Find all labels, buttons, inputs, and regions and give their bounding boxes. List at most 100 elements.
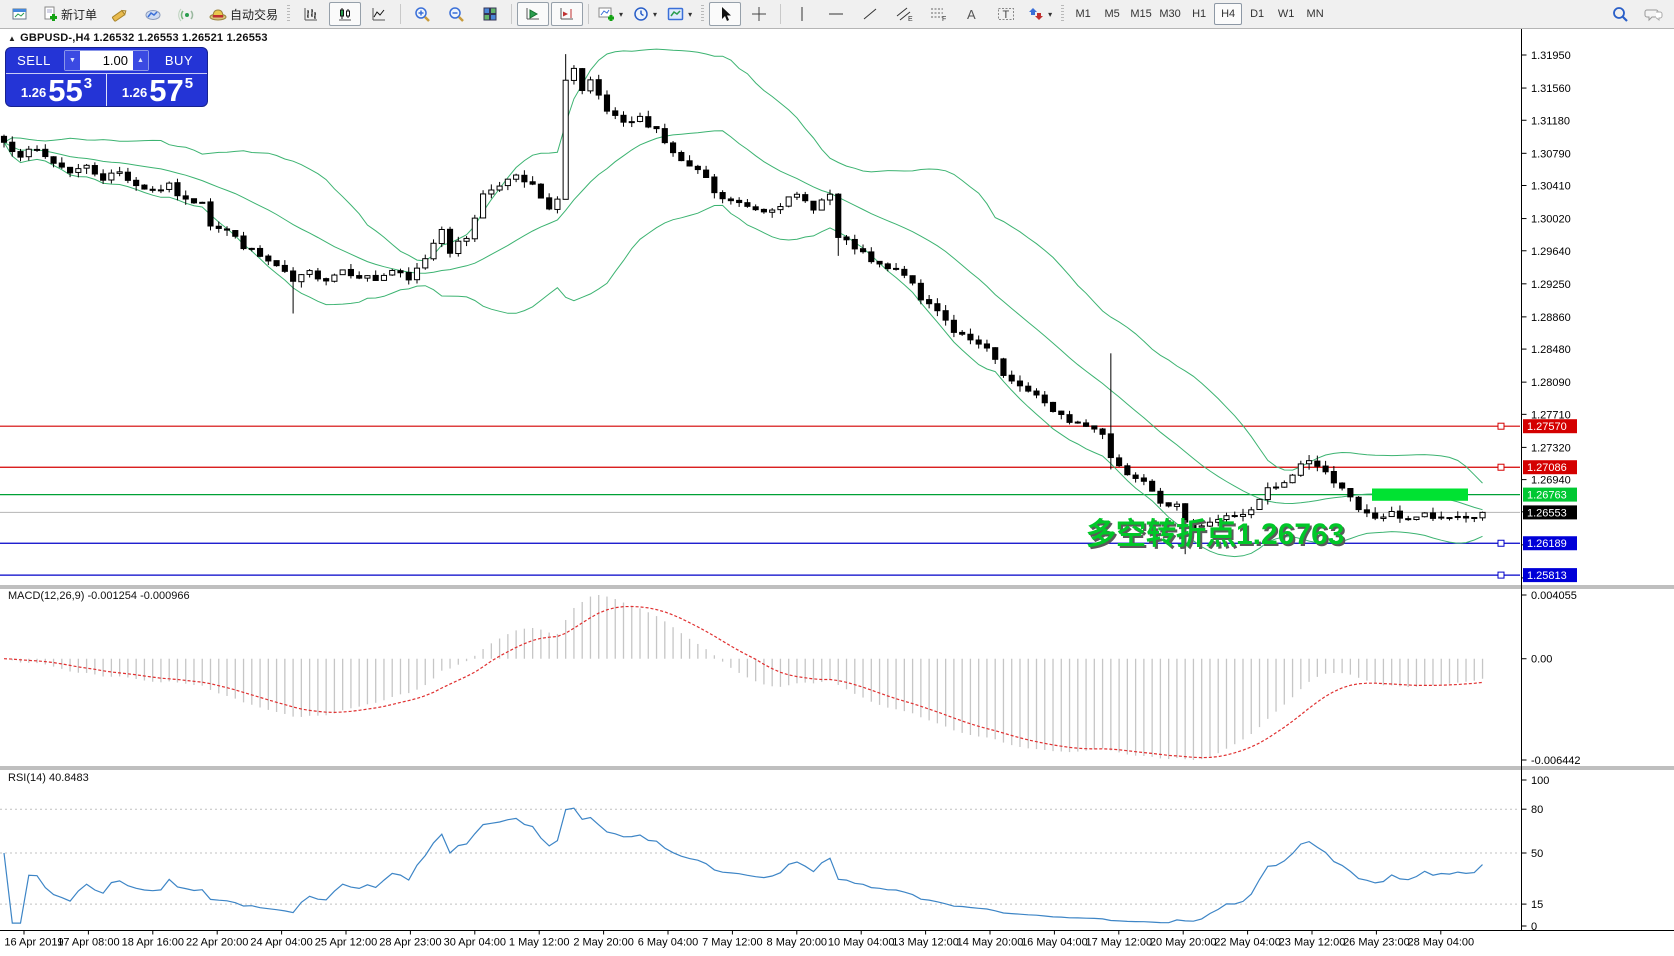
line-handle[interactable]: [1498, 464, 1504, 470]
crosshair-style-button[interactable]: [103, 2, 135, 26]
arrows-button[interactable]: ▾: [1024, 2, 1056, 26]
horizontal-line-button[interactable]: [820, 2, 852, 26]
time-tick-label[interactable]: 6 May 04:00: [638, 937, 699, 949]
candlestick-chart-button[interactable]: [329, 2, 361, 26]
sell-button[interactable]: 1.26 55 3: [6, 74, 107, 106]
indicators-button[interactable]: ▾: [594, 2, 627, 26]
timeframe-button-d1[interactable]: D1: [1243, 3, 1271, 25]
channel-button[interactable]: E: [888, 2, 920, 26]
time-tick-label[interactable]: 23 May 12:00: [1279, 937, 1346, 949]
buy-button[interactable]: 1.26 57 5: [107, 74, 207, 106]
timeframe-button-mn[interactable]: MN: [1301, 3, 1329, 25]
fibonacci-button[interactable]: F: [922, 2, 954, 26]
candle-body: [1381, 517, 1386, 518]
time-tick-label[interactable]: 13 May 12:00: [892, 937, 959, 949]
candle-body: [175, 183, 180, 196]
line-handle[interactable]: [1498, 423, 1504, 429]
time-tick-label[interactable]: 28 Apr 23:00: [379, 937, 441, 949]
timeframe-button-m30[interactable]: M30: [1156, 3, 1184, 25]
periods-button[interactable]: ▾: [629, 2, 661, 26]
trendline-button[interactable]: [854, 2, 886, 26]
line-handle[interactable]: [1498, 540, 1504, 546]
candle-body: [208, 202, 213, 226]
new-order-button[interactable]: 新订单: [38, 2, 101, 26]
candle-body: [233, 231, 238, 237]
candle-body: [200, 202, 205, 203]
collapse-icon[interactable]: ▲: [8, 34, 16, 43]
time-tick-label[interactable]: 20 May 20:00: [1150, 937, 1217, 949]
price-tick-label: 1.30790: [1531, 148, 1571, 160]
candle-body: [489, 190, 494, 194]
auto-scroll-button[interactable]: [517, 2, 549, 26]
candle-body: [1067, 415, 1072, 423]
zoom-out-button[interactable]: [440, 2, 472, 26]
chart-canvas[interactable]: 1.319501.315601.311801.307901.304101.300…: [0, 29, 1674, 951]
candle-body: [877, 261, 882, 264]
time-tick-label[interactable]: 24 Apr 04:00: [250, 937, 312, 949]
price-tick-label: 1.28480: [1531, 344, 1571, 356]
time-tick-label[interactable]: 16 Apr 2019: [4, 937, 63, 949]
dropdown-caret: ▾: [688, 10, 692, 19]
time-tick-label[interactable]: 30 Apr 04:00: [444, 937, 506, 949]
time-tick-label[interactable]: 16 May 04:00: [1021, 937, 1088, 949]
highlight-rectangle[interactable]: [1372, 488, 1468, 500]
timeframe-button-h1[interactable]: H1: [1185, 3, 1213, 25]
chat-button[interactable]: [1638, 2, 1670, 26]
volume-decrease-button[interactable]: ▼: [65, 51, 80, 70]
candle-body: [1397, 511, 1402, 518]
time-tick-label[interactable]: 1 May 12:00: [509, 937, 570, 949]
candle-body: [662, 129, 667, 143]
time-tick-label[interactable]: 28 May 04:00: [1407, 937, 1474, 949]
chart-area[interactable]: 1.319501.315601.311801.307901.304101.300…: [0, 29, 1674, 951]
time-tick-label[interactable]: 10 May 04:00: [828, 937, 895, 949]
timeframe-button-h4[interactable]: H4: [1214, 3, 1242, 25]
symbol-header: ▲ GBPUSD-,H4 1.26532 1.26553 1.26521 1.26…: [8, 32, 268, 44]
candle-body: [860, 249, 865, 252]
templates-button[interactable]: ▾: [663, 2, 696, 26]
zoom-in-button[interactable]: [406, 2, 438, 26]
bar-chart-button[interactable]: [295, 2, 327, 26]
time-tick-label[interactable]: 2 May 20:00: [573, 937, 634, 949]
market-depth-button[interactable]: [137, 2, 169, 26]
dropdown-caret: ▾: [653, 10, 657, 19]
time-tick-label[interactable]: 26 May 23:00: [1343, 937, 1410, 949]
time-tick-label[interactable]: 17 May 12:00: [1085, 937, 1152, 949]
candle-body: [1, 136, 6, 142]
time-tick-label[interactable]: 22 May 04:00: [1214, 937, 1281, 949]
search-button[interactable]: [1604, 2, 1636, 26]
time-tick-label[interactable]: 14 May 20:00: [957, 937, 1024, 949]
candle-body: [1323, 466, 1328, 472]
time-tick-label[interactable]: 8 May 20:00: [767, 937, 828, 949]
candle-body: [778, 207, 783, 210]
cursor-button[interactable]: [709, 2, 741, 26]
line-chart-button[interactable]: [363, 2, 395, 26]
timeframe-button-m15[interactable]: M15: [1127, 3, 1155, 25]
timeframe-button-m1[interactable]: M1: [1069, 3, 1097, 25]
candle-body: [1083, 423, 1088, 426]
signals-button[interactable]: [171, 2, 203, 26]
chart-window-button[interactable]: [4, 2, 36, 26]
tile-windows-button[interactable]: [474, 2, 506, 26]
candle-body: [1141, 478, 1146, 481]
candle-body: [142, 185, 147, 189]
time-tick-label[interactable]: 7 May 12:00: [702, 937, 763, 949]
vertical-line-button[interactable]: [786, 2, 818, 26]
text-button[interactable]: A: [956, 2, 988, 26]
chart-shift-button[interactable]: [551, 2, 583, 26]
time-tick-label[interactable]: 18 Apr 16:00: [122, 937, 184, 949]
symbol-ohlc-text: GBPUSD-,H4 1.26532 1.26553 1.26521 1.265…: [20, 32, 268, 44]
line-handle[interactable]: [1498, 572, 1504, 578]
crosshair-button[interactable]: [743, 2, 775, 26]
autotrade-button[interactable]: 自动交易: [205, 2, 282, 26]
timeframe-button-m5[interactable]: M5: [1098, 3, 1126, 25]
timeframe-button-w1[interactable]: W1: [1272, 3, 1300, 25]
candle-body: [1439, 517, 1444, 518]
volume-increase-button[interactable]: ▲: [133, 51, 148, 70]
toolbar-grip: [1061, 5, 1064, 23]
time-tick-label[interactable]: 17 Apr 08:00: [57, 937, 119, 949]
time-tick-label[interactable]: 22 Apr 20:00: [186, 937, 248, 949]
text-label-button[interactable]: T: [990, 2, 1022, 26]
volume-input[interactable]: 1.00: [80, 51, 133, 70]
toolbar-separator: [780, 4, 781, 24]
time-tick-label[interactable]: 25 Apr 12:00: [315, 937, 377, 949]
